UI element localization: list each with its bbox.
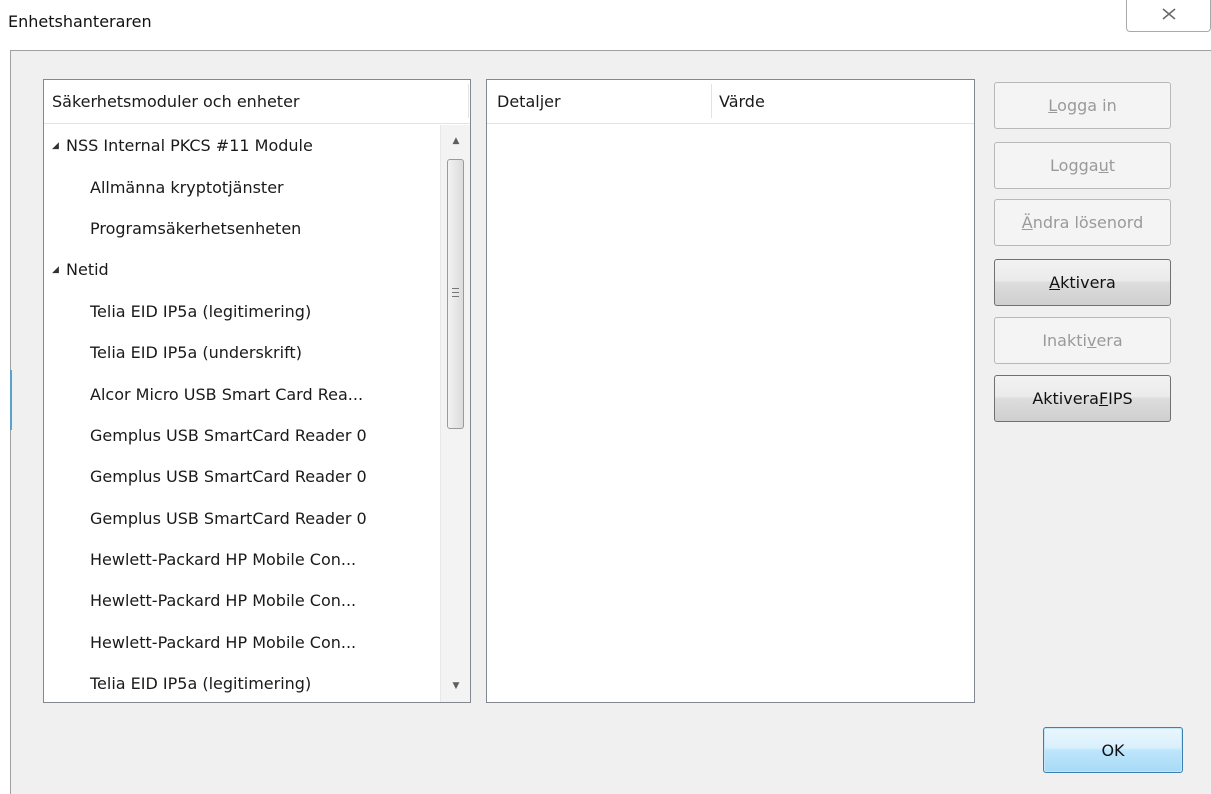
tree-item-label: Telia EID IP5a (legitimering) bbox=[90, 301, 312, 321]
scroll-down-arrow-icon[interactable]: ▼ bbox=[441, 670, 470, 702]
tree-item-label: Telia EID IP5a (legitimering) bbox=[90, 674, 312, 694]
grip-line bbox=[452, 288, 459, 289]
details-column-header: Detaljer Värde bbox=[487, 80, 974, 124]
tree-item-label: Netid bbox=[66, 260, 109, 280]
enable-button[interactable]: Aktivera bbox=[994, 259, 1171, 306]
column-header-value[interactable]: Värde bbox=[719, 92, 765, 111]
tree-item-label: NSS Internal PKCS #11 Module bbox=[66, 136, 313, 156]
ok-button[interactable]: OK bbox=[1043, 727, 1183, 773]
tree-item-device[interactable]: Gemplus USB SmartCard Reader 0 bbox=[44, 415, 440, 456]
tree-header-label: Säkerhetsmoduler och enheter bbox=[52, 92, 300, 111]
tree-item-label: Gemplus USB SmartCard Reader 0 bbox=[90, 508, 367, 528]
tree-item-label: Gemplus USB SmartCard Reader 0 bbox=[90, 467, 367, 487]
column-separator[interactable] bbox=[711, 84, 712, 118]
change-password-button[interactable]: Ändra lösenord bbox=[994, 199, 1171, 246]
expand-triangle-icon[interactable]: ◢ bbox=[52, 141, 66, 151]
title-bar: Enhetshanteraren bbox=[0, 0, 1211, 50]
scroll-up-arrow-icon[interactable]: ▲ bbox=[441, 125, 470, 157]
button-accesskey: u bbox=[1098, 156, 1109, 175]
button-label: t bbox=[1108, 156, 1115, 175]
tree-item-label: Alcor Micro USB Smart Card Rea... bbox=[90, 384, 364, 404]
disable-button[interactable]: Inakti v era bbox=[994, 317, 1171, 364]
grip-line bbox=[452, 292, 459, 293]
tree-item-module[interactable]: ◢ NSS Internal PKCS #11 Module bbox=[44, 125, 440, 166]
enable-fips-button[interactable]: Aktivera F IPS bbox=[994, 375, 1171, 422]
tree-column-header[interactable]: Säkerhetsmoduler och enheter bbox=[44, 80, 470, 124]
tree-item-label: Hewlett-Packard HP Mobile Con... bbox=[90, 632, 357, 652]
close-button[interactable] bbox=[1126, 0, 1211, 32]
tree-item-device[interactable]: Telia EID IP5a (legitimering) bbox=[44, 291, 440, 332]
tree-item-device[interactable]: Allmänna kryptotjänster bbox=[44, 166, 440, 207]
button-label: era bbox=[1096, 331, 1123, 350]
tree-item-device[interactable]: Hewlett-Packard HP Mobile Con... bbox=[44, 622, 440, 663]
tree-item-label: Telia EID IP5a (underskrift) bbox=[90, 343, 302, 363]
tree-item-device[interactable]: Telia EID IP5a (underskrift) bbox=[44, 332, 440, 373]
button-label: ktivera bbox=[1060, 273, 1116, 292]
device-manager-window: Enhetshanteraren Säkerhetsmoduler och en… bbox=[0, 0, 1211, 794]
column-header-details[interactable]: Detaljer bbox=[497, 92, 561, 111]
button-label: ogga in bbox=[1057, 96, 1117, 115]
close-icon bbox=[1159, 5, 1179, 26]
button-accesskey: A bbox=[1049, 273, 1061, 292]
button-label: IPS bbox=[1108, 389, 1133, 408]
button-accesskey: Ä bbox=[1021, 213, 1033, 232]
grip-line bbox=[452, 296, 459, 297]
security-modules-tree[interactable]: Säkerhetsmoduler och enheter ◢ NSS Intern… bbox=[43, 79, 471, 703]
tree-item-module[interactable]: ◢ Netid bbox=[44, 249, 440, 290]
tree-item-label: Gemplus USB SmartCard Reader 0 bbox=[90, 425, 367, 445]
tree-item-device[interactable]: Gemplus USB SmartCard Reader 0 bbox=[44, 498, 440, 539]
button-label: ndra lösenord bbox=[1032, 213, 1144, 232]
button-label: Aktivera bbox=[1032, 389, 1099, 408]
column-separator[interactable] bbox=[468, 84, 469, 118]
details-list[interactable]: Detaljer Värde bbox=[486, 79, 975, 703]
tree-item-device[interactable]: Hewlett-Packard HP Mobile Con... bbox=[44, 580, 440, 621]
scroll-thumb[interactable] bbox=[447, 159, 464, 429]
tree-vertical-scrollbar[interactable]: ▲ ▼ bbox=[440, 125, 470, 702]
button-label: Logga bbox=[1050, 156, 1099, 175]
tree-item-label: Programsäkerhetsenheten bbox=[90, 218, 302, 238]
window-title: Enhetshanteraren bbox=[8, 12, 152, 31]
tree-item-device[interactable]: Gemplus USB SmartCard Reader 0 bbox=[44, 456, 440, 497]
logout-button[interactable]: Logga ut bbox=[994, 142, 1171, 189]
login-button[interactable]: Logga in bbox=[994, 82, 1171, 129]
expand-triangle-icon[interactable]: ◢ bbox=[52, 265, 66, 275]
window-edge-accent bbox=[10, 370, 12, 430]
tree-rows: ◢ NSS Internal PKCS #11 Module Allmänna k… bbox=[44, 125, 440, 702]
tree-item-label: Hewlett-Packard HP Mobile Con... bbox=[90, 591, 357, 611]
tree-item-device[interactable]: Hewlett-Packard HP Mobile Con... bbox=[44, 539, 440, 580]
tree-item-device[interactable]: Programsäkerhetsenheten bbox=[44, 208, 440, 249]
button-accesskey: v bbox=[1086, 331, 1097, 350]
tree-item-label: Hewlett-Packard HP Mobile Con... bbox=[90, 550, 357, 570]
tree-item-device[interactable]: Telia EID IP5a (legitimering) bbox=[44, 663, 440, 702]
button-label: Inakti bbox=[1042, 331, 1087, 350]
button-accesskey: L bbox=[1048, 96, 1058, 115]
tree-item-device[interactable]: Alcor Micro USB Smart Card Rea... bbox=[44, 373, 440, 414]
tree-item-label: Allmänna kryptotjänster bbox=[90, 177, 284, 197]
button-accesskey: F bbox=[1098, 389, 1109, 408]
